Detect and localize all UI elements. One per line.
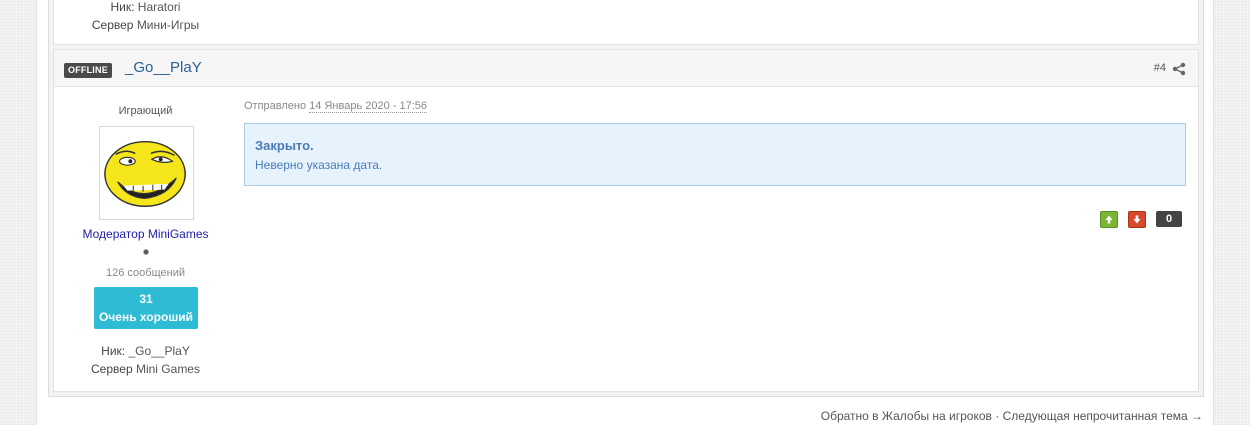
server-value: Мини-Игры — [136, 18, 200, 32]
post-reputation-count: 0 — [1156, 211, 1182, 227]
vote-up-button[interactable] — [1100, 211, 1118, 228]
notice-text: Неверно указана дата. — [255, 158, 383, 172]
server-value: Mini Games — [135, 362, 200, 376]
reputation-value: 31 — [139, 292, 153, 306]
offline-indicator-icon — [143, 249, 149, 255]
nick-value: _Go__PlaY — [128, 344, 190, 358]
author-server: Сервер Mini Games — [54, 362, 237, 376]
previous-post-server: Сервер Мини-Игры — [54, 18, 237, 32]
notice-title: Закрыто. — [255, 138, 314, 153]
reputation-label: Очень хороший — [98, 310, 194, 324]
arrow-down-icon — [1133, 215, 1141, 224]
arrow-up-icon — [1105, 215, 1113, 224]
reputation-badge: 31 Очень хороший — [94, 287, 198, 329]
nick-label: Ник: — [101, 344, 126, 358]
next-unread-topic-link[interactable]: Следующая непрочитанная тема → — [1003, 409, 1203, 423]
topic-navigation: Обратно в Жалобы на игроков · Следующая … — [821, 409, 1203, 423]
post-number-link[interactable]: #4 — [1154, 62, 1166, 74]
post-header: OFFLINE _Go__PlaY #4 — [54, 50, 1198, 87]
user-title: Модератор MiniGames — [82, 227, 209, 241]
posted-date-value: 14 Январь 2020 - 17:56 — [309, 100, 427, 113]
previous-post: Ник: Haratori Сервер Мини-Игры — [53, 0, 1199, 45]
back-to-forum-link[interactable]: Обратно в Жалобы на игроков — [821, 409, 992, 423]
nick-label: Ник: — [110, 0, 135, 14]
share-icon[interactable] — [1172, 62, 1186, 76]
content-wrapper: Ник: Haratori Сервер Мини-Игры OFFLINE _… — [36, 0, 1214, 425]
moderator-notice: Закрыто. Неверно указана дата. — [244, 123, 1186, 186]
offline-status-badge: OFFLINE — [64, 63, 112, 78]
author-nick: Ник: _Go__PlaY — [54, 344, 237, 358]
nav-separator: · — [995, 409, 1000, 423]
previous-post-nick: Ник: Haratori — [54, 0, 237, 14]
user-group: Играющий — [118, 105, 173, 117]
forum-post: OFFLINE _Go__PlaY #4 Играющий Модератор … — [53, 49, 1199, 392]
server-label: Сервер — [91, 18, 134, 32]
server-label: Сервер — [91, 362, 133, 376]
troll-face-avatar-image — [104, 140, 186, 208]
posts-container: Ник: Haratori Сервер Мини-Игры OFFLINE _… — [48, 0, 1204, 397]
post-count: 126 сообщений — [106, 267, 185, 279]
posted-label: Отправлено — [244, 100, 307, 112]
avatar[interactable] — [99, 126, 194, 220]
author-name-link[interactable]: _Go__PlaY — [125, 59, 202, 76]
vote-down-button[interactable] — [1128, 211, 1146, 228]
nick-value: Haratori — [137, 0, 181, 14]
post-date: Отправлено 14 Январь 2020 - 17:56 — [244, 100, 427, 113]
